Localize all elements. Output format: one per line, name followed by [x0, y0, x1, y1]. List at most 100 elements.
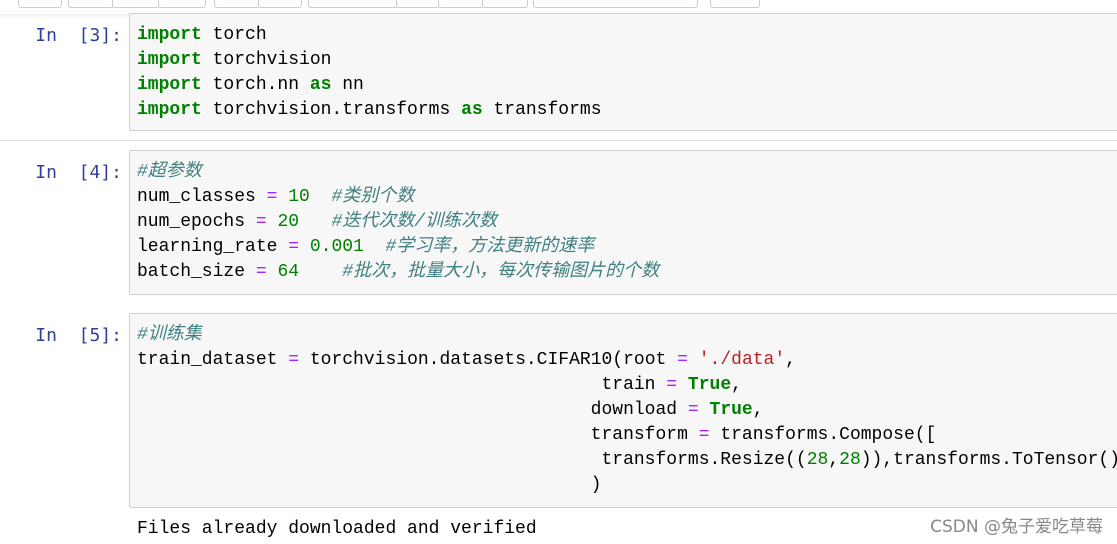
code-line: transform = transforms.Compose([	[137, 425, 937, 445]
code-token: torch	[201, 25, 267, 45]
code-line: learning_rate = 0.001 #学习率，方法更新的速率	[137, 237, 594, 257]
cell-code[interactable]: #超参数 num_classes = 10 #类别个数 num_epochs =…	[137, 160, 659, 285]
notebook-toolbar	[0, 0, 1117, 14]
code-token: import	[137, 100, 202, 120]
code-token: learning_rate	[137, 237, 289, 257]
code-token: =	[266, 187, 278, 207]
code-comment: #学习率，方法更新的速率	[385, 237, 595, 257]
code-token: num_epochs	[137, 212, 256, 232]
code-token: import	[137, 50, 202, 70]
code-token: as	[309, 75, 332, 95]
code-token: 64	[277, 262, 300, 282]
code-line: batch_size = 64 #批次，批量大小，每次传输图片的个数	[137, 262, 659, 282]
cell-divider	[0, 140, 1117, 141]
code-token: ,	[731, 375, 742, 395]
code-line: transforms.Resize((28,28)),transforms.To…	[137, 450, 1117, 470]
code-token: =	[288, 237, 300, 257]
code-line: #超参数	[137, 162, 202, 182]
code-token: =	[255, 262, 267, 282]
cell-type-select[interactable]	[533, 0, 698, 8]
toolbar-button-restart[interactable]	[438, 0, 484, 8]
toolbar-button-run[interactable]	[308, 0, 398, 8]
code-token: torch.nn	[201, 75, 310, 95]
code-token: ,	[785, 350, 796, 370]
code-line: import torchvision.transforms as transfo…	[137, 100, 602, 120]
code-token: nn	[331, 75, 364, 95]
code-token: True	[687, 375, 732, 395]
code-line: import torchvision	[137, 50, 331, 70]
code-token: 0.001	[309, 237, 364, 257]
csdn-watermark: CSDN @兔子爱吃草莓	[930, 517, 1103, 537]
code-token: download	[137, 400, 688, 420]
code-line: num_epochs = 20 #迭代次数/训练次数	[137, 212, 497, 232]
code-token: transform	[137, 425, 699, 445]
code-token: train	[137, 375, 667, 395]
code-line: #训练集	[137, 325, 202, 345]
code-token: torchvision	[201, 50, 332, 70]
code-token: as	[461, 100, 483, 120]
code-token: torchvision.datasets.CIFAR10(root	[299, 350, 678, 370]
toolbar-button-save[interactable]	[18, 0, 62, 8]
toolbar-button-copy[interactable]	[158, 0, 206, 8]
code-token: True	[709, 400, 753, 420]
code-token: =	[288, 350, 300, 370]
code-token: 20	[277, 212, 300, 232]
toolbar-button-command-palette[interactable]	[710, 0, 760, 8]
cell-prompt: In [3]:	[35, 25, 122, 46]
toolbar-button-insert[interactable]	[68, 0, 114, 8]
code-token: 28	[839, 450, 861, 470]
cell-code[interactable]: import torch import torchvision import t…	[137, 23, 602, 123]
cell-code[interactable]: #训练集 train_dataset = torchvision.dataset…	[137, 323, 1117, 498]
toolbar-button-cut[interactable]	[112, 0, 160, 8]
code-token: './data'	[698, 350, 786, 370]
code-comment: #批次，批量大小，每次传输图片的个数	[342, 262, 660, 282]
toolbar-button-paste[interactable]	[214, 0, 260, 8]
toolbar-button-move-up[interactable]	[258, 0, 302, 8]
code-token: =	[677, 350, 688, 370]
code-token: ,	[828, 450, 840, 470]
code-token: batch_size	[137, 262, 256, 282]
code-token: 28	[806, 450, 829, 470]
code-comment: #训练集	[137, 325, 202, 345]
code-line: train_dataset = torchvision.datasets.CIF…	[137, 350, 796, 370]
code-token: ,	[752, 400, 764, 420]
toolbar-button-restart-run[interactable]	[482, 0, 528, 8]
code-token: =	[666, 375, 678, 395]
code-token: num_classes	[137, 187, 267, 207]
code-token: import	[137, 25, 202, 45]
code-line: download = True,	[137, 400, 764, 420]
code-token: =	[698, 425, 710, 445]
code-token: import	[137, 75, 202, 95]
cell-output: Files already downloaded and verified	[137, 519, 537, 539]
code-token: 10	[288, 187, 310, 207]
code-line: num_classes = 10 #类别个数	[137, 187, 414, 207]
code-token: transforms.Resize((	[137, 450, 807, 470]
code-line: import torch.nn as nn	[137, 75, 364, 95]
code-token: transforms	[482, 100, 602, 120]
code-token: train_dataset	[137, 350, 289, 370]
toolbar-button-interrupt[interactable]	[396, 0, 440, 8]
code-line: train = True,	[137, 375, 742, 395]
code-line: )	[137, 475, 602, 495]
code-comment: #类别个数	[331, 187, 415, 207]
code-token: =	[255, 212, 267, 232]
code-line: import torch	[137, 25, 267, 45]
code-token: )),transforms.ToTensor()])	[860, 450, 1117, 470]
code-token: torchvision.transforms	[201, 100, 462, 120]
code-token: transforms.Compose([	[709, 425, 937, 445]
cell-prompt: In [5]:	[35, 325, 122, 346]
code-token: =	[687, 400, 699, 420]
code-comment: #超参数	[137, 162, 202, 182]
cell-prompt: In [4]:	[35, 162, 122, 183]
